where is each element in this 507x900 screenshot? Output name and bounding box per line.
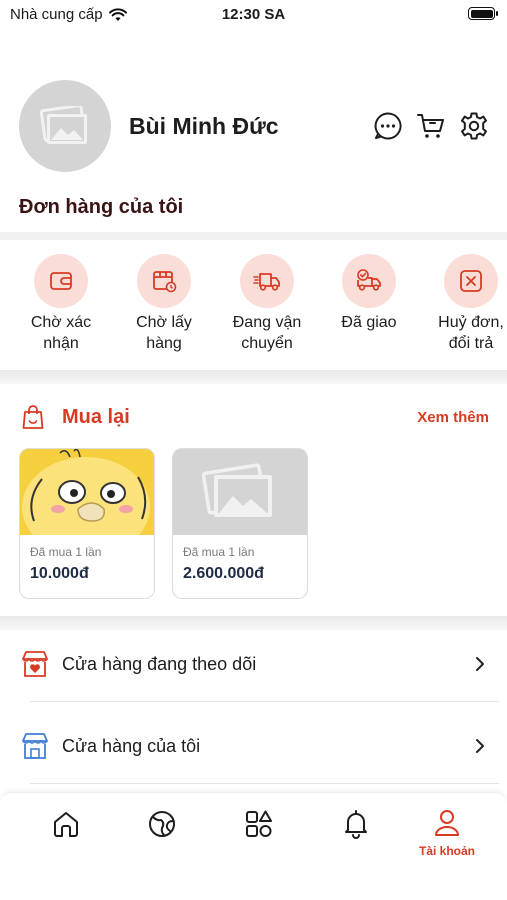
gear-icon	[461, 112, 487, 140]
menu-my-store[interactable]: Cửa hàng của tôi	[20, 711, 487, 781]
status-cancel-return[interactable]: Huỷ đơn, đổi trả	[420, 254, 507, 354]
tab-categories[interactable]	[229, 809, 289, 844]
buy-again-title: Mua lại	[62, 405, 130, 428]
section-divider	[0, 370, 507, 384]
chevron-right-icon	[476, 739, 484, 753]
image-placeholder-icon	[202, 463, 272, 517]
cart-button[interactable]	[416, 111, 446, 141]
menu-followed-stores[interactable]: Cửa hàng đang theo dõi	[20, 629, 487, 699]
tab-account[interactable]: Tài khoản	[416, 809, 478, 858]
tab-notifications[interactable]	[326, 809, 386, 844]
menu-label: Cửa hàng đang theo dõi	[62, 653, 257, 674]
section-divider	[0, 232, 507, 240]
buy-again-section: Mua lại Xem thêm Đã mua 1 lần 10.000đ Đã…	[0, 384, 507, 616]
categories-icon	[246, 810, 272, 837]
profile-header: Bùi Minh Đức	[19, 78, 489, 174]
tab-account-label: Tài khoản	[418, 844, 475, 858]
status-pending-confirm[interactable]: Chờ xác nhận	[10, 254, 112, 354]
image-placeholder-icon	[39, 106, 87, 144]
avatar[interactable]	[19, 80, 111, 172]
chat-button[interactable]	[373, 111, 403, 141]
product-card[interactable]: Đã mua 1 lần 10.000đ	[19, 448, 155, 599]
purchase-count: Đã mua 1 lần	[183, 545, 255, 559]
settings-button[interactable]	[459, 111, 489, 141]
user-icon	[435, 810, 459, 836]
clock: 12:30 SA	[221, 6, 286, 23]
row-divider	[30, 701, 499, 702]
user-name: Bùi Minh Đức	[129, 112, 279, 139]
bell-icon	[345, 810, 367, 839]
status-in-transit[interactable]: Đang vận chuyển	[216, 254, 318, 354]
store-icon	[22, 733, 48, 759]
menu-label: Cửa hàng của tôi	[62, 735, 201, 756]
chat-icon	[374, 112, 402, 140]
delivered-truck-icon	[357, 269, 381, 291]
cancel-icon	[460, 270, 482, 292]
home-icon	[54, 812, 78, 837]
product-image	[173, 449, 307, 535]
tab-home[interactable]	[36, 809, 96, 844]
chevron-right-icon	[476, 657, 484, 671]
delivery-truck-icon	[253, 273, 280, 291]
order-status-strip: Chờ xác nhận Chờ lấy hàng Đang vận chuyển	[0, 240, 507, 370]
product-price: 10.000đ	[30, 565, 89, 582]
wallet-icon	[50, 272, 72, 290]
status-bar: Nhà cung cấp 12:30 SA	[0, 0, 507, 30]
globe-icon	[149, 811, 175, 837]
purchase-count: Đã mua 1 lần	[30, 545, 102, 559]
battery-icon	[468, 7, 498, 20]
see-more-link[interactable]: Xem thêm	[417, 409, 489, 426]
row-divider	[30, 783, 499, 784]
product-price: 2.600.000đ	[183, 565, 264, 582]
status-pending-pickup[interactable]: Chờ lấy hàng	[113, 254, 215, 354]
status-delivered[interactable]: Đã giao	[318, 254, 420, 333]
shopping-bag-icon	[22, 405, 44, 429]
store-heart-icon	[22, 651, 48, 677]
section-divider	[0, 616, 507, 630]
box-clock-icon	[153, 271, 177, 293]
duck-character-image	[20, 449, 154, 535]
cart-icon	[417, 114, 444, 138]
product-card[interactable]: Đã mua 1 lần 2.600.000đ	[172, 448, 308, 599]
orders-section-title: Đơn hàng của tôi	[19, 196, 184, 218]
product-image	[20, 449, 154, 535]
tab-explore[interactable]	[132, 809, 192, 844]
bottom-tab-bar: Tài khoản	[0, 792, 507, 900]
